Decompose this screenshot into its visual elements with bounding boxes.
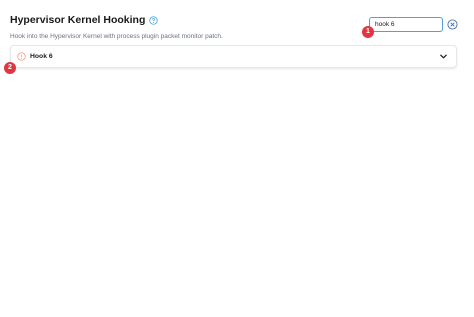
chevron-down-icon[interactable]	[439, 52, 448, 61]
page-subtitle: Hook into the Hypervisor Kernel with pro…	[10, 33, 223, 40]
page-title: Hypervisor Kernel Hooking	[10, 14, 146, 26]
help-circle-icon[interactable]	[149, 16, 159, 25]
warning-circle-icon	[17, 52, 26, 61]
title-row: Hypervisor Kernel Hooking	[10, 14, 223, 27]
search-input[interactable]	[369, 17, 443, 32]
clear-circle-icon[interactable]	[447, 19, 458, 30]
page-header: Hypervisor Kernel Hooking Hook into the …	[10, 14, 223, 41]
annotation-marker-1: 1	[362, 26, 374, 38]
hook-card[interactable]: Hook 6	[10, 45, 457, 68]
annotation-marker-2: 2	[4, 62, 16, 74]
hook-card-title: Hook 6	[30, 53, 53, 60]
